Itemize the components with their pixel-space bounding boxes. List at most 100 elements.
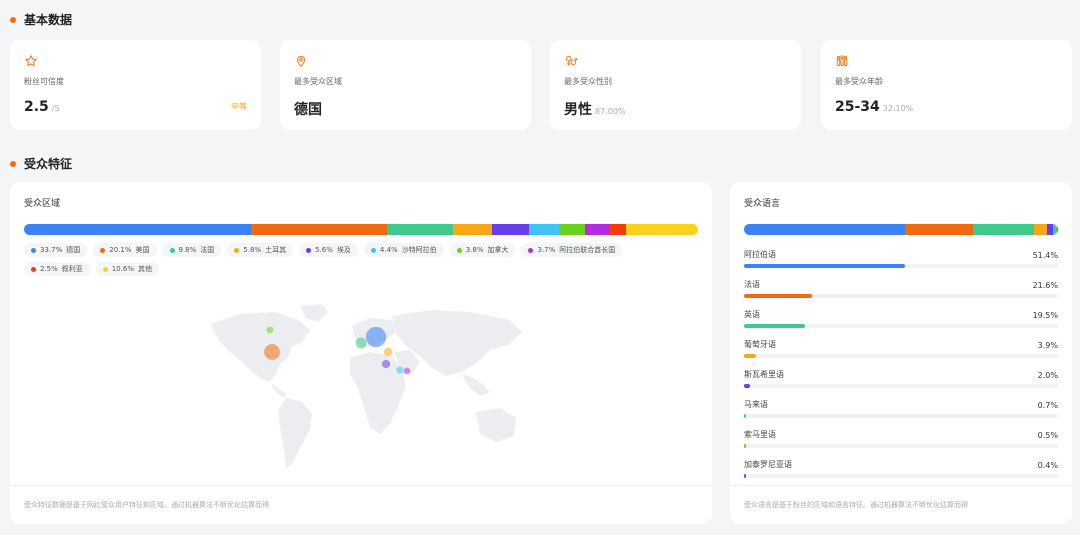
map-bubble[interactable] [381, 359, 391, 369]
legend-dot [234, 247, 240, 253]
language-progress-fill [744, 444, 746, 448]
central-america-shape [269, 381, 287, 399]
legend-dot [31, 247, 36, 253]
language-progress-fill [744, 474, 746, 478]
stat-value: 25-34 [835, 99, 880, 115]
stat-sub: 32.10% [882, 104, 914, 113]
stat-label: 最多受众年龄 [835, 77, 883, 86]
language-progress-track [744, 354, 1058, 358]
language-progress-fill [744, 384, 751, 388]
map-bubble[interactable] [355, 337, 367, 349]
language-name: 法语 [744, 280, 760, 289]
language-row: 索马里语 0.5% [744, 429, 1058, 459]
legend-country: 沙特阿拉伯 [401, 246, 437, 254]
language-row: 斯瓦希里语 2.0% [744, 369, 1058, 399]
credibility-level-tag: 中等 [231, 102, 247, 111]
legend-percent: 3.7% [537, 246, 556, 254]
legend-dot [100, 247, 106, 253]
region-legend-item: 10.6% 其他 [95, 262, 160, 276]
region-bar-segment [386, 224, 453, 235]
map-bubble[interactable] [403, 367, 411, 375]
stat-value: 2.5 [24, 99, 49, 115]
legend-country: 土耳其 [265, 246, 287, 254]
language-bar-segment [1034, 224, 1047, 235]
legend-percent: 9.8% [178, 246, 197, 254]
legend-percent: 20.1% [109, 246, 132, 254]
panel-divider [10, 485, 712, 486]
language-percent: 0.4% [1037, 461, 1058, 470]
legend-dot [31, 266, 36, 272]
language-progress-track [744, 294, 1058, 298]
map-bubble[interactable] [383, 347, 393, 357]
region-bar-segment [491, 224, 530, 235]
region-legend-item: 5.8% 土耳其 [227, 243, 294, 257]
region-bar-segment [584, 224, 610, 235]
stat-label: 最多受众性别 [564, 77, 612, 86]
map-bubble[interactable] [266, 326, 274, 334]
stat-sub: 87.00% [595, 107, 626, 116]
region-legend-item: 3.8% 加拿大 [449, 243, 516, 257]
stat-sub: /5 [51, 104, 60, 113]
legend-dot [528, 247, 534, 253]
language-percent: 0.5% [1037, 431, 1058, 440]
legend-percent: 5.6% [315, 246, 333, 254]
language-percent: 19.5% [1032, 311, 1058, 320]
map-bubble[interactable] [396, 366, 404, 374]
region-footnote: 受众特征数据是基于网红受众用户特征和区域。通过机器算法不断优化估算而得 [24, 501, 269, 509]
language-progress-fill [744, 354, 757, 358]
language-row: 阿拉伯语 51.4% [744, 249, 1058, 279]
greenland-shape [299, 303, 329, 323]
region-bar-segment [609, 224, 627, 235]
star-icon [25, 55, 37, 67]
language-percent: 21.6% [1032, 281, 1058, 290]
audience-section-title: 受众特征 [10, 155, 72, 172]
section-dot [10, 160, 16, 167]
language-percent: 51.4% [1032, 251, 1058, 260]
language-row: 英语 19.5% [744, 309, 1058, 339]
language-list: 阿拉伯语 51.4% 法语 21.6% 英语 19.5% 葡萄牙语 3.9% 斯瓦希里语 2.0%… [744, 249, 1058, 489]
language-bar-segment [1056, 224, 1058, 235]
language-percent: 3.9% [1037, 341, 1058, 350]
language-bar-segment [905, 224, 974, 235]
stat-label: 粉丝可信度 [24, 77, 64, 86]
audience-language-panel: 受众语言 阿拉伯语 51.4% 法语 21.6% 英语 19.5% 葡萄牙语 3.9% 斯瓦希里… [730, 182, 1072, 524]
audience-region-panel: 受众区域 33.7% 德国 20.1% 美国 9.8% 法国 5.8% 土耳其 5.6% 埃及 4.… [10, 182, 712, 524]
region-legend: 33.7% 德国 20.1% 美国 9.8% 法国 5.8% 土耳其 5.6% 埃及 4.4% 沙特阿… [24, 243, 689, 276]
language-row: 法语 21.6% [744, 279, 1058, 309]
legend-country: 其他 [138, 265, 153, 273]
region-legend-item: 3.7% 阿拉伯联合酋长国 [521, 243, 623, 257]
legend-dot [102, 266, 108, 272]
language-name: 斯瓦希里语 [744, 370, 784, 379]
legend-country: 法国 [200, 246, 215, 254]
legend-dot [306, 247, 312, 253]
panel-divider [730, 485, 1072, 486]
language-progress-track [744, 324, 1058, 328]
region-legend-item: 9.8% 法国 [162, 243, 222, 257]
language-progress-fill [744, 324, 806, 328]
fan-credibility-card: 粉丝可信度 2.5 /5 中等 [10, 40, 261, 130]
top-age-card: 最多受众年龄 25-34 32.10% [821, 40, 1072, 130]
legend-percent: 3.8% [465, 246, 484, 254]
language-name: 阿拉伯语 [744, 250, 776, 259]
south-america-shape [277, 397, 313, 469]
language-distribution-bar [744, 224, 1058, 235]
stat-value: 男性 [564, 102, 592, 118]
legend-country: 德国 [66, 246, 81, 254]
age-group-icon [836, 55, 848, 67]
region-legend-item: 2.5% 叙利亚 [24, 262, 90, 276]
stat-value: 德国 [294, 102, 322, 118]
australia-shape [475, 407, 517, 443]
language-progress-fill [744, 294, 812, 298]
top-gender-card: 最多受众性别 男性 87.00% [550, 40, 801, 130]
map-bubble[interactable] [365, 326, 387, 348]
section-dot [10, 16, 16, 23]
legend-country: 埃及 [336, 246, 351, 254]
language-name: 马来语 [744, 400, 768, 409]
map-bubble[interactable] [264, 344, 280, 360]
legend-country: 美国 [135, 246, 150, 254]
southeast-asia-shape [461, 373, 491, 397]
legend-percent: 4.4% [379, 246, 398, 254]
region-bar-segment [452, 224, 492, 235]
language-name: 英语 [744, 310, 760, 319]
legend-country: 叙利亚 [61, 265, 83, 273]
